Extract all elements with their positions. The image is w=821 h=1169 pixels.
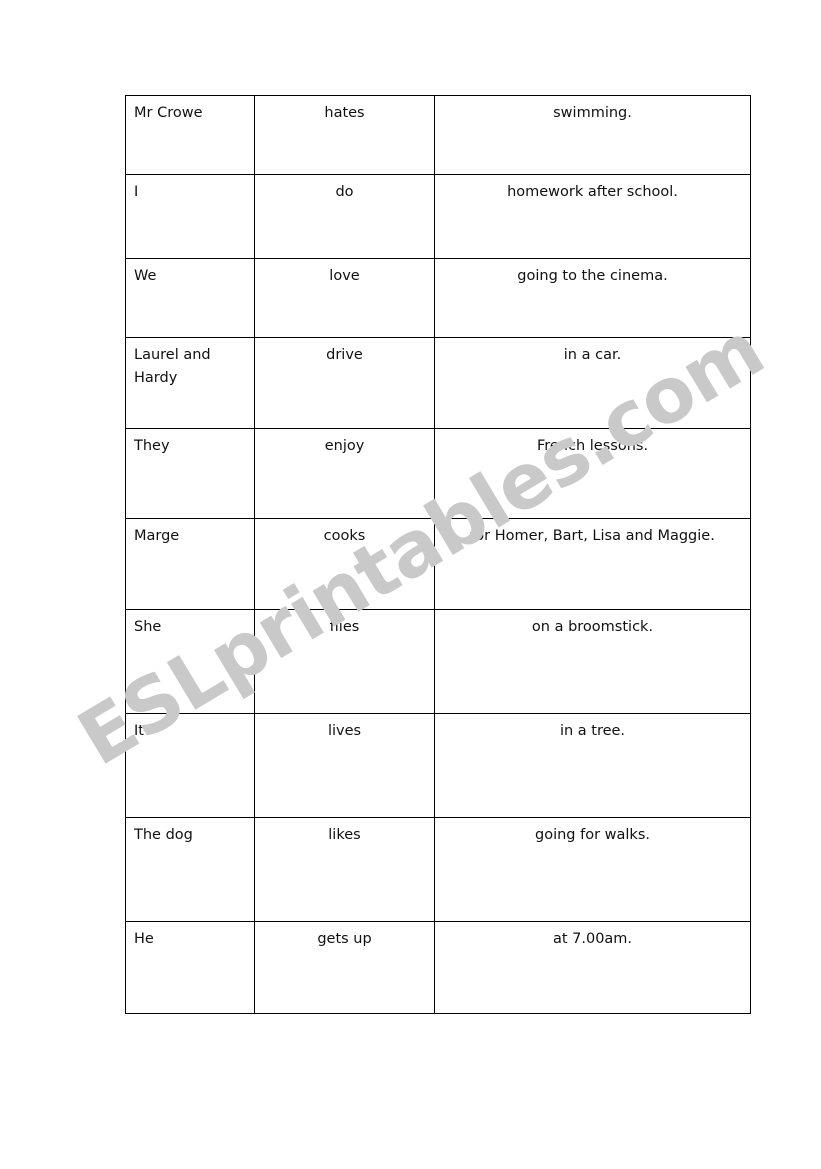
cell-verb: lives xyxy=(254,713,435,818)
table-row: We love going to the cinema. xyxy=(125,258,751,338)
cell-text: likes xyxy=(328,827,361,843)
cell-verb: enjoy xyxy=(254,428,435,519)
cell-text: The dog xyxy=(134,827,193,843)
cell-text: love xyxy=(329,268,360,284)
cell-object: swimming. xyxy=(434,95,751,175)
cell-text: homework after school. xyxy=(507,184,678,200)
cell-subject: We xyxy=(125,258,255,338)
cell-text: drive xyxy=(326,347,363,363)
cell-text: cooks xyxy=(323,528,366,544)
table-row: They enjoy French lessons. xyxy=(125,428,751,519)
table-body: Mr Crowe hates swimming. I do homework a… xyxy=(125,95,751,1014)
cell-object: at 7.00am. xyxy=(434,921,751,1014)
cell-subject: It xyxy=(125,713,255,818)
cell-object: on a broomstick. xyxy=(434,609,751,714)
cell-subject: The dog xyxy=(125,817,255,922)
worksheet-page: Mr Crowe hates swimming. I do homework a… xyxy=(0,0,821,1169)
cell-text: gets up xyxy=(317,931,372,947)
cell-verb: likes xyxy=(254,817,435,922)
cell-text: enjoy xyxy=(324,438,365,454)
table-row: It lives in a tree. xyxy=(125,713,751,818)
cell-subject: He xyxy=(125,921,255,1014)
cell-text: Marge xyxy=(134,528,180,544)
table-row: Marge cooks for Homer, Bart, Lisa and Ma… xyxy=(125,518,751,610)
cell-text: going for walks. xyxy=(535,827,650,843)
cell-verb: gets up xyxy=(254,921,435,1014)
cell-text: He xyxy=(134,931,154,947)
cell-text: I xyxy=(134,184,139,200)
cell-subject: They xyxy=(125,428,255,519)
cell-text: swimming. xyxy=(553,105,632,121)
cell-object: in a car. xyxy=(434,337,751,429)
cell-verb: flies xyxy=(254,609,435,714)
table-row: Mr Crowe hates swimming. xyxy=(125,95,751,175)
cell-subject: She xyxy=(125,609,255,714)
cell-text: French lessons. xyxy=(536,438,649,454)
cell-verb: cooks xyxy=(254,518,435,610)
table-row: She flies on a broomstick. xyxy=(125,609,751,714)
cell-text: Laurel and Hardy xyxy=(134,347,211,386)
cell-text: Mr Crowe xyxy=(134,105,203,121)
cell-object: for Homer, Bart, Lisa and Maggie. xyxy=(434,518,751,610)
cell-verb: do xyxy=(254,174,435,259)
cell-verb: love xyxy=(254,258,435,338)
cell-subject: I xyxy=(125,174,255,259)
table-row: The dog likes going for walks. xyxy=(125,817,751,922)
cell-text: We xyxy=(134,268,157,284)
table-row: Laurel and Hardy drive in a car. xyxy=(125,337,751,429)
cell-object: going for walks. xyxy=(434,817,751,922)
table-row: I do homework after school. xyxy=(125,174,751,259)
cell-text: in a car. xyxy=(563,347,622,363)
cell-object: French lessons. xyxy=(434,428,751,519)
cell-text: hates xyxy=(324,105,365,121)
cell-text: do xyxy=(335,184,354,200)
cell-object: homework after school. xyxy=(434,174,751,259)
cell-text: lives xyxy=(327,723,362,739)
cell-subject: Marge xyxy=(125,518,255,610)
cell-verb: drive xyxy=(254,337,435,429)
cell-verb: hates xyxy=(254,95,435,175)
cell-text: in a tree. xyxy=(559,723,626,739)
cell-text: for Homer, Bart, Lisa and Maggie. xyxy=(470,528,715,544)
cell-subject: Mr Crowe xyxy=(125,95,255,175)
cell-object: going to the cinema. xyxy=(434,258,751,338)
cell-text: on a broomstick. xyxy=(531,619,654,635)
cell-object: in a tree. xyxy=(434,713,751,818)
cell-text: going to the cinema. xyxy=(517,268,668,284)
worksheet-table-container: Mr Crowe hates swimming. I do homework a… xyxy=(125,95,751,1014)
sentence-table: Mr Crowe hates swimming. I do homework a… xyxy=(125,95,751,1014)
cell-subject: Laurel and Hardy xyxy=(125,337,255,429)
cell-text: at 7.00am. xyxy=(552,931,633,947)
cell-text: flies xyxy=(329,619,360,635)
cell-text: It xyxy=(134,723,144,739)
cell-text: They xyxy=(134,438,170,454)
table-row: He gets up at 7.00am. xyxy=(125,921,751,1014)
cell-text: She xyxy=(134,619,162,635)
